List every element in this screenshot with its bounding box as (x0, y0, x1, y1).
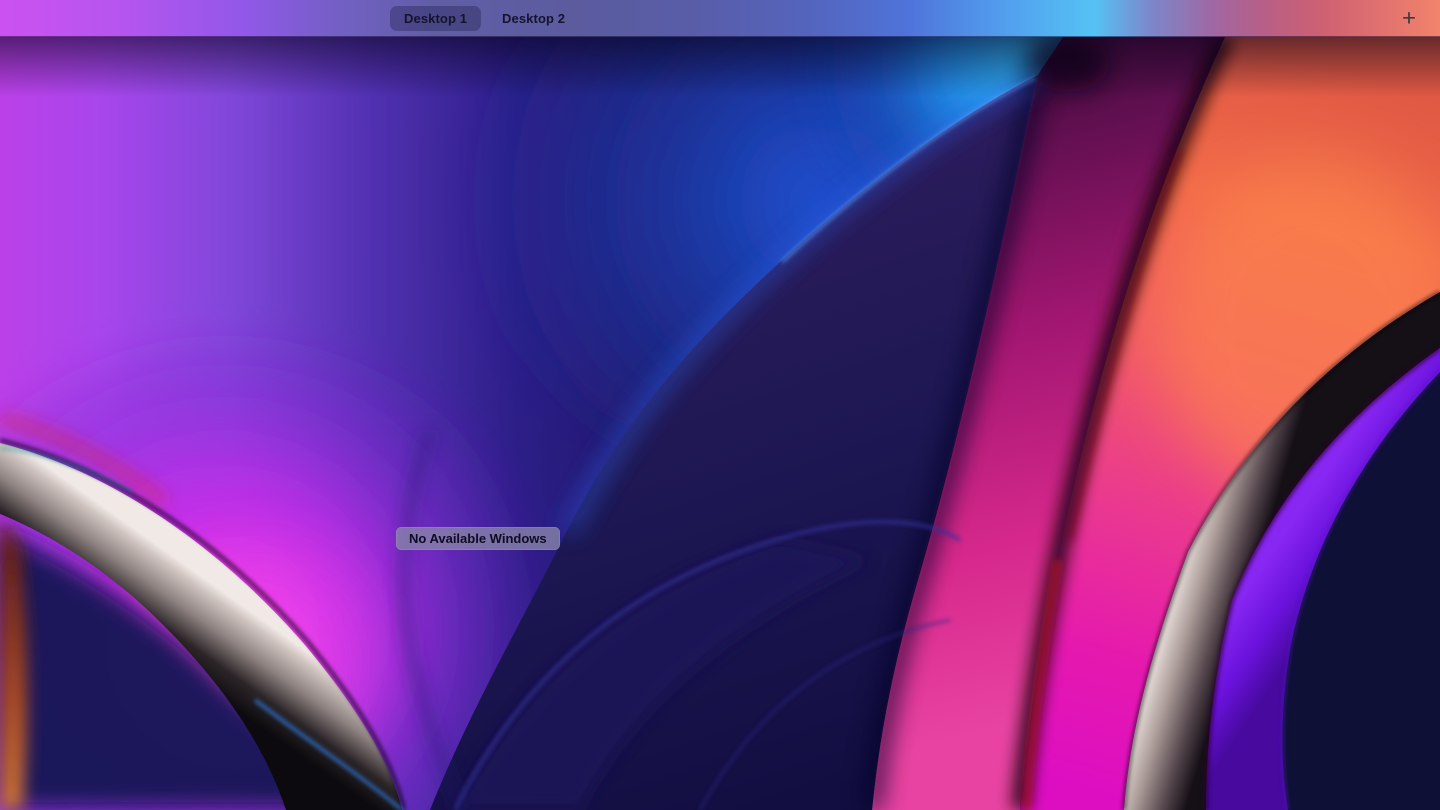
mission-control-screen: Desktop 1 Desktop 2 + No Available Windo… (0, 0, 1440, 810)
space-tab-desktop-2[interactable]: Desktop 2 (502, 6, 565, 31)
add-desktop-button[interactable]: + (1387, 0, 1431, 37)
desktop-wallpaper[interactable] (0, 37, 1440, 810)
spaces-bar: Desktop 1 Desktop 2 + (0, 0, 1440, 37)
no-windows-badge: No Available Windows (396, 527, 560, 550)
spaces-group: Desktop 1 Desktop 2 (390, 6, 565, 31)
plus-icon: + (1401, 5, 1416, 31)
space-tab-desktop-1[interactable]: Desktop 1 (390, 6, 482, 31)
no-windows-label: No Available Windows (409, 531, 547, 546)
